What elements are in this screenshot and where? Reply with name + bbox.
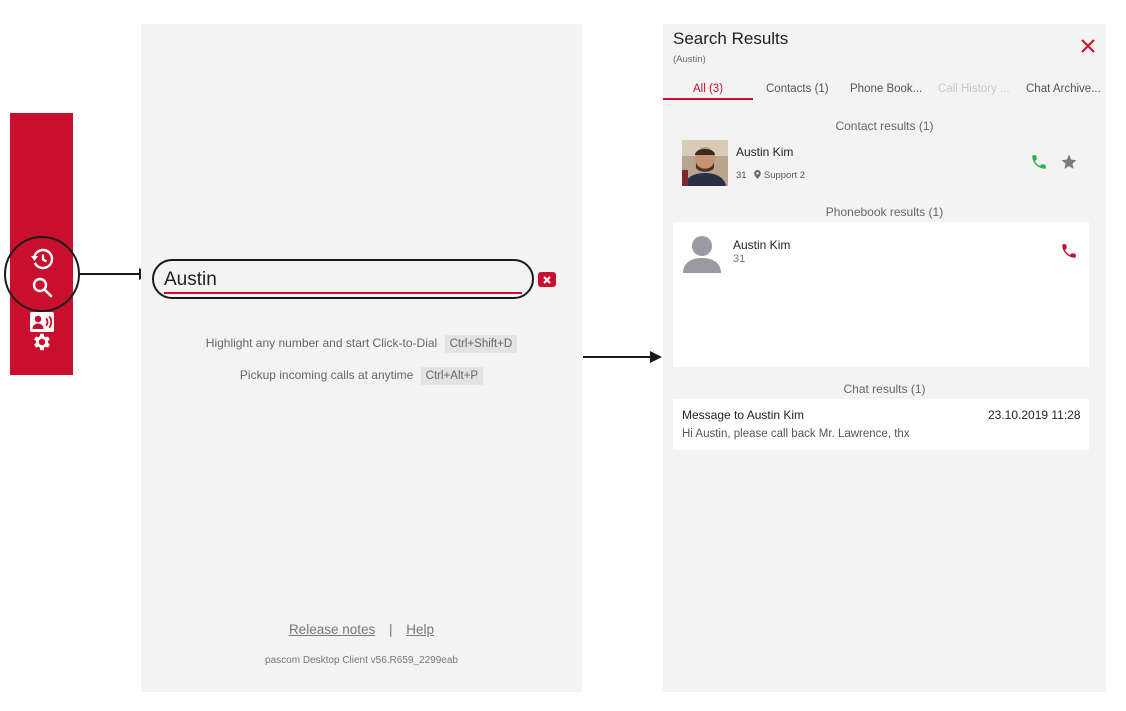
- favorite-star-icon[interactable]: [1060, 153, 1078, 171]
- results-query: (Austin): [673, 54, 706, 65]
- hint-pickup: Pickup incoming calls at anytime Ctrl+Al…: [141, 367, 582, 385]
- chat-results-heading: Chat results (1): [843, 382, 926, 396]
- release-notes-link[interactable]: Release notes: [289, 622, 375, 637]
- call-phone-icon[interactable]: [1030, 153, 1048, 171]
- results-title: Search Results: [673, 29, 789, 48]
- chat-result-card[interactable]: [673, 399, 1089, 450]
- help-link[interactable]: Help: [406, 622, 434, 637]
- sidebar-item-settings[interactable]: [10, 322, 73, 362]
- hint-text: Highlight any number and start Click-to-…: [205, 336, 438, 350]
- phonebook-results-heading: Phonebook results (1): [825, 205, 944, 219]
- shortcut-badge: Ctrl+Shift+D: [444, 335, 518, 353]
- tab-all[interactable]: All (3): [693, 83, 723, 95]
- arrow-line: [583, 356, 651, 358]
- close-icon: [543, 275, 551, 284]
- clear-search-button[interactable]: [538, 272, 556, 287]
- user-silhouette-icon: [683, 236, 721, 273]
- shortcut-badge: Ctrl+Alt+P: [420, 367, 484, 385]
- chat-message: Hi Austin, please call back Mr. Lawrence…: [682, 428, 910, 440]
- contact-location: Support 2: [763, 170, 806, 181]
- active-tab-indicator: [663, 98, 753, 100]
- hint-text: Pickup incoming calls at anytime: [239, 368, 414, 382]
- sidebar-item-search[interactable]: [10, 267, 73, 307]
- avatar-photo-icon: [682, 140, 728, 186]
- close-icon[interactable]: [1079, 37, 1097, 55]
- avatar: [682, 140, 728, 186]
- contact-extension: 31: [736, 170, 747, 181]
- tab-chat-archive[interactable]: Chat Archive...: [1026, 83, 1101, 95]
- location-pin-icon: [754, 170, 762, 179]
- chat-title: Message to Austin Kim: [682, 408, 805, 422]
- contact-name: Austin Kim: [736, 145, 794, 159]
- search-icon: [32, 277, 52, 298]
- results-tabs: All (3) Contacts (1) Phone Book... Call …: [663, 80, 1106, 100]
- footer-links: Release notes | Help: [141, 622, 582, 637]
- contact-meta: 31 Support 2: [736, 170, 805, 181]
- phonebook-number: 31: [733, 253, 746, 265]
- arrow-head-icon: [650, 351, 662, 363]
- search-box[interactable]: [152, 259, 534, 299]
- chat-timestamp: 23.10.2019 11:28: [988, 408, 1081, 422]
- arrow-line: [80, 273, 140, 275]
- search-input[interactable]: [164, 267, 524, 293]
- tab-contacts[interactable]: Contacts (1): [766, 83, 829, 95]
- sidebar: [10, 113, 73, 375]
- tab-phonebook[interactable]: Phone Book...: [850, 83, 922, 95]
- phonebook-name: Austin Kim: [733, 238, 791, 252]
- tab-call-history: Call History ...: [938, 83, 1010, 95]
- hint-click-to-dial: Highlight any number and start Click-to-…: [141, 335, 582, 353]
- gear-icon: [33, 333, 50, 351]
- search-underline: [164, 292, 522, 294]
- footer-separator: |: [389, 622, 393, 637]
- version-label: pascom Desktop Client v56.R659_2299eab: [265, 655, 458, 666]
- contact-results-heading: Contact results (1): [835, 119, 934, 133]
- call-phone-icon[interactable]: [1060, 242, 1078, 260]
- search-panel: [141, 24, 582, 692]
